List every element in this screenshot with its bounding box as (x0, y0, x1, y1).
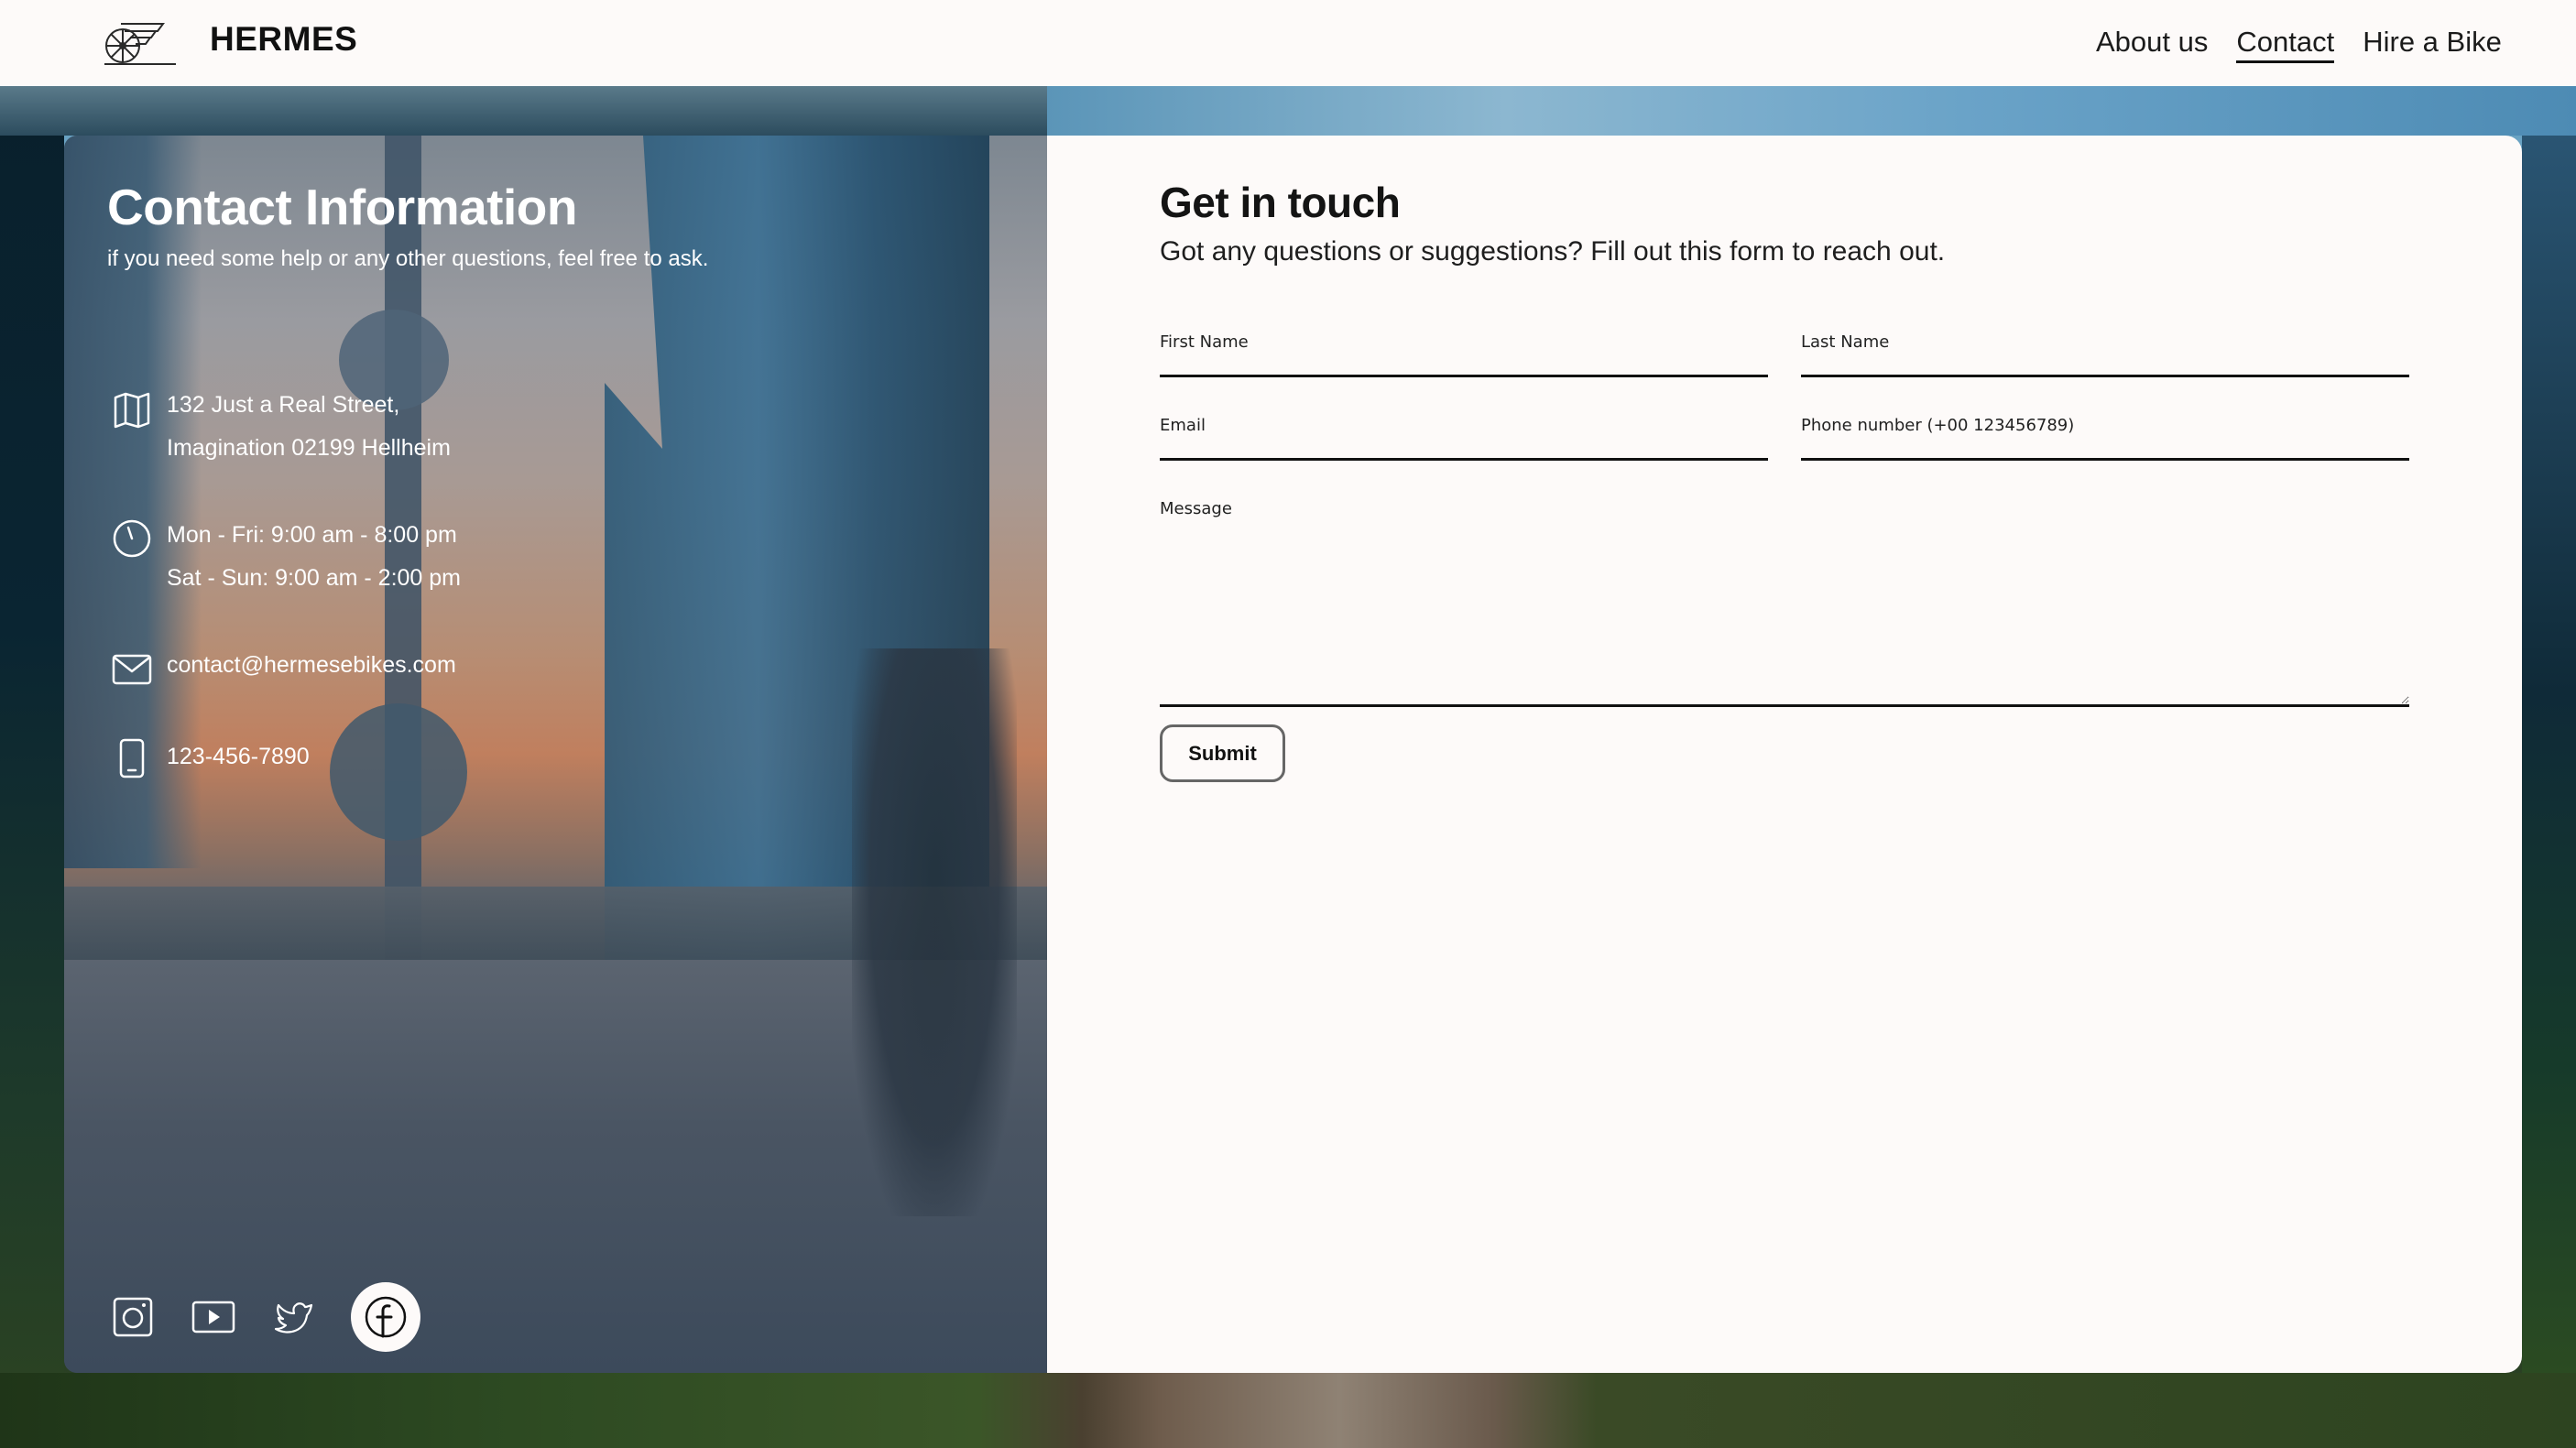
youtube-icon (191, 1301, 235, 1334)
message-field: Message (1160, 499, 2409, 707)
background-hills-right (2522, 136, 2576, 1373)
contact-info-panel: Contact Information if you need some hel… (64, 136, 1047, 1373)
last-name-label: Last Name (1801, 332, 1890, 352)
address-line-1: 132 Just a Real Street, (167, 392, 400, 418)
youtube-link[interactable] (191, 1294, 236, 1340)
nav-contact[interactable]: Contact (2236, 24, 2335, 63)
map-icon (114, 392, 150, 429)
contact-info-subtitle: if you need some help or any other quest… (107, 246, 709, 271)
phone-label: Phone number (+00 123456789) (1801, 416, 2075, 435)
form-title: Get in touch (1160, 179, 1401, 226)
winged-wheel-logo-icon (104, 23, 176, 65)
address-line-2: Imagination 02199 Hellheim (167, 435, 451, 461)
email-input[interactable] (1160, 441, 1768, 461)
site-header: HERMES About us Contact Hire a Bike (0, 0, 2576, 86)
facebook-icon (365, 1296, 407, 1338)
hours-weekdays: Mon - Fri: 9:00 am - 8:00 pm (167, 522, 457, 548)
email-field: Email (1160, 416, 1768, 461)
form-subtitle: Got any questions or suggestions? Fill o… (1160, 236, 1946, 267)
first-name-field: First Name (1160, 332, 1768, 377)
phone-icon (119, 738, 145, 778)
message-textarea[interactable] (1160, 524, 2409, 707)
message-label: Message (1160, 499, 1232, 518)
phone-link[interactable]: 123-456-7890 (167, 744, 310, 770)
phone-input[interactable] (1801, 441, 2409, 461)
last-name-field: Last Name (1801, 332, 2409, 377)
panel-bg-tower-sphere (330, 703, 467, 841)
email-label: Email (1160, 416, 1206, 435)
instagram-icon (113, 1297, 153, 1337)
hours-weekend: Sat - Sun: 9:00 am - 2:00 pm (167, 565, 461, 591)
contact-form-card: Get in touch Got any questions or sugges… (1047, 136, 2522, 1373)
instagram-link[interactable] (110, 1294, 156, 1340)
background-mountains (0, 86, 1047, 136)
nav-about-us[interactable]: About us (2096, 24, 2208, 63)
brand-name: HERMES (210, 20, 358, 58)
first-name-label: First Name (1160, 332, 1249, 352)
facebook-link[interactable] (351, 1282, 420, 1352)
twitter-icon (274, 1302, 313, 1334)
nav-hire-a-bike[interactable]: Hire a Bike (2363, 24, 2502, 63)
email-link[interactable]: contact@hermesebikes.com (167, 652, 456, 679)
clock-icon (113, 519, 151, 558)
last-name-input[interactable] (1801, 357, 2409, 377)
panel-bg-pedestrian (852, 648, 1017, 1216)
background-sky (1047, 86, 2576, 136)
phone-field: Phone number (+00 123456789) (1801, 416, 2409, 461)
main-nav: About us Contact Hire a Bike (2096, 24, 2502, 63)
submit-button[interactable]: Submit (1160, 724, 1285, 782)
home-logo-link[interactable] (101, 18, 183, 68)
first-name-input[interactable] (1160, 357, 1768, 377)
envelope-icon (112, 654, 152, 685)
twitter-link[interactable] (271, 1294, 317, 1340)
background-great-wall (0, 1373, 2576, 1448)
contact-info-title: Contact Information (107, 179, 577, 235)
background-forest-left (0, 86, 64, 1448)
